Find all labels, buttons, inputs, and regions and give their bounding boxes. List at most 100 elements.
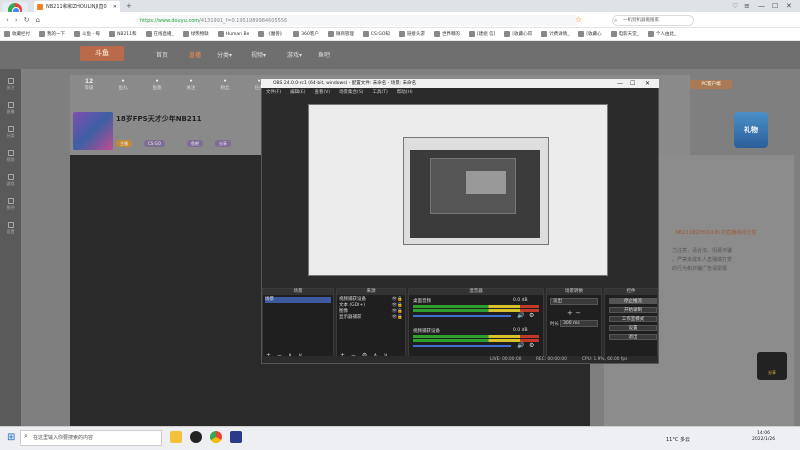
- obs-menu-item[interactable]: 查看(V): [314, 89, 330, 97]
- maximize-button[interactable]: ☐: [772, 2, 778, 10]
- menu-icon[interactable]: ≡: [744, 2, 750, 10]
- minimize-button[interactable]: —: [758, 2, 765, 10]
- sidebar-item[interactable]: 直播: [2, 102, 19, 115]
- transition-select[interactable]: 淡出: [550, 298, 598, 305]
- bookmark-item[interactable]: 360客户: [293, 31, 319, 37]
- bookmark-item[interactable]: 电影天堂_: [610, 31, 639, 37]
- bookmark-item[interactable]: 计费详情_: [541, 31, 569, 37]
- nav-item-0[interactable]: 首页: [156, 50, 168, 59]
- transition-add-remove[interactable]: + −: [567, 309, 581, 317]
- forward-icon[interactable]: ›: [15, 16, 18, 24]
- room-stat[interactable]: • 关注: [176, 78, 206, 91]
- control-button-0[interactable]: 停止推流: [609, 298, 657, 304]
- taskbar-clock[interactable]: 14:06 2022/1/26: [752, 431, 775, 443]
- shield-app-icon[interactable]: [230, 431, 242, 443]
- room-tag[interactable]: CS:GO: [144, 140, 165, 147]
- bookmark-item[interactable]: [收藏心: [578, 31, 602, 37]
- bookmark-label: 绿熊物联: [190, 32, 209, 37]
- obs-minimize-button[interactable]: —: [617, 79, 623, 88]
- room-tag[interactable]: 主播: [116, 140, 132, 147]
- file-explorer-icon[interactable]: [170, 431, 182, 443]
- status-rec: REC: 00:00:00: [536, 357, 567, 362]
- nav-item-1[interactable]: 直播: [189, 50, 201, 59]
- sidebar-item[interactable]: 鱼吧: [2, 198, 19, 211]
- new-tab-button[interactable]: +: [126, 2, 132, 10]
- bookmark-item[interactable]: 绿熊物联: [182, 31, 209, 37]
- douyu-logo[interactable]: 斗鱼: [80, 46, 124, 61]
- bookmark-icon: [647, 31, 654, 37]
- bookmark-item[interactable]: 链接头游: [398, 31, 425, 37]
- reload-icon[interactable]: ↻: [24, 16, 30, 24]
- bookmark-item[interactable]: [建组 信]: [468, 31, 495, 37]
- room-tag[interactable]: 鱼吧: [187, 140, 203, 147]
- scene-item[interactable]: 场景: [265, 297, 331, 303]
- nav-item-3[interactable]: 视频▾: [251, 50, 266, 59]
- windows-start-icon[interactable]: ⊞: [7, 432, 15, 443]
- bookmark-item[interactable]: 在线直播_: [145, 31, 174, 37]
- bookmark-item[interactable]: 斗鱼 - 每: [74, 31, 100, 37]
- bookmark-item[interactable]: 微商管理: [327, 31, 354, 37]
- control-button-4[interactable]: 退出: [609, 334, 657, 340]
- sidebar-item[interactable]: 关注: [2, 78, 19, 91]
- sidebar-item[interactable]: 视频: [2, 150, 19, 163]
- volume-slider[interactable]: [413, 315, 511, 317]
- streamer-avatar[interactable]: [73, 112, 113, 150]
- sidebar-item[interactable]: 游戏: [2, 174, 19, 187]
- url-field[interactable]: https://www.douyu.com/4131991_f=0.195198…: [136, 15, 580, 26]
- speaker-icon[interactable]: 🔊: [517, 342, 524, 349]
- bookmark-item[interactable]: Human Be: [217, 31, 249, 37]
- room-stat[interactable]: • 鱼丸: [108, 78, 138, 91]
- room-tag[interactable]: 分享: [215, 140, 231, 147]
- bookmark-item[interactable]: NB211和: [108, 31, 137, 37]
- room-stat[interactable]: • 粉丝: [210, 78, 240, 91]
- nav-item-5[interactable]: 鱼吧: [318, 50, 330, 59]
- browser-search-input[interactable]: 一机到机器搬搬家: [612, 15, 694, 26]
- bookmark-item[interactable]: 世界哪的: [433, 31, 460, 37]
- taskbar-search-input[interactable]: 在这里输入你要搜索的内容: [20, 430, 162, 446]
- nav-item-2[interactable]: 分类▾: [217, 50, 232, 59]
- back-icon[interactable]: ‹: [6, 16, 9, 24]
- weather-widget[interactable]: 11°C 多云: [666, 436, 690, 443]
- volume-slider[interactable]: [413, 345, 511, 347]
- bookmark-item[interactable]: 收藏栏付: [4, 31, 30, 37]
- control-button-2[interactable]: 工作室模式: [609, 316, 657, 322]
- control-button-3[interactable]: 设置: [609, 325, 657, 331]
- obs-menu-item[interactable]: 场景集合(S): [339, 89, 363, 97]
- obs-menu-item[interactable]: 帮助(H): [397, 89, 413, 97]
- obs-menu-item[interactable]: 工具(T): [372, 89, 387, 97]
- bookmark-item[interactable]: 我的一下: [39, 31, 65, 37]
- sidebar-item[interactable]: 设置: [2, 222, 19, 235]
- browser-tab[interactable]: NB211和和ZHOULINJI直0 ✕: [34, 1, 120, 12]
- obs-close-button[interactable]: ✕: [645, 79, 650, 88]
- status-live: LIVE: 00:00:00: [490, 357, 522, 362]
- pc-client-button[interactable]: PC客户端: [690, 80, 732, 89]
- nav-item-4[interactable]: 游戏▾: [287, 50, 302, 59]
- floating-share-button[interactable]: 分享: [757, 352, 787, 380]
- room-stat[interactable]: 12 等级: [74, 78, 104, 91]
- obs-maximize-button[interactable]: ☐: [630, 79, 635, 88]
- bookmark-item[interactable]: 个人由此_: [647, 31, 676, 37]
- room-stat[interactable]: • 鱼翅: [142, 78, 172, 91]
- home-icon[interactable]: ⌂: [36, 16, 40, 24]
- bookmark-item[interactable]: [收藏心得: [504, 31, 532, 37]
- obs-taskbar-icon[interactable]: [190, 431, 202, 443]
- browser-taskbar-icon[interactable]: [210, 431, 222, 443]
- speaker-icon[interactable]: 🔊: [517, 312, 524, 319]
- obs-menu-item[interactable]: 编辑(E): [290, 89, 305, 97]
- bookmark-item[interactable]: CS:GO知: [362, 31, 390, 37]
- visibility-lock-icon[interactable]: 👁🔒: [392, 315, 403, 321]
- pin-icon[interactable]: ♡: [732, 2, 738, 10]
- obs-menu-item[interactable]: 文件(F): [266, 89, 281, 97]
- mixer-settings-icon[interactable]: ⚙: [529, 342, 534, 349]
- mixer-settings-icon[interactable]: ⚙: [529, 312, 534, 319]
- bookmark-item[interactable]: 《魔兽》: [258, 31, 284, 37]
- tab-close-icon[interactable]: ✕: [113, 4, 117, 10]
- close-button[interactable]: ✕: [786, 2, 792, 10]
- obs-menu-bar: 文件(F) 编辑(E) 查看(V) 场景集合(S) 工具(T) 帮助(H): [262, 89, 658, 97]
- source-item[interactable]: 显示器捕获 👁🔒: [339, 315, 403, 321]
- favorite-star-icon[interactable]: ☆: [575, 15, 582, 24]
- gift-banner[interactable]: 礼物: [734, 112, 768, 148]
- control-button-1[interactable]: 开始录制: [609, 307, 657, 313]
- sidebar-item[interactable]: 分类: [2, 126, 19, 139]
- duration-field[interactable]: 300 ms: [560, 320, 598, 327]
